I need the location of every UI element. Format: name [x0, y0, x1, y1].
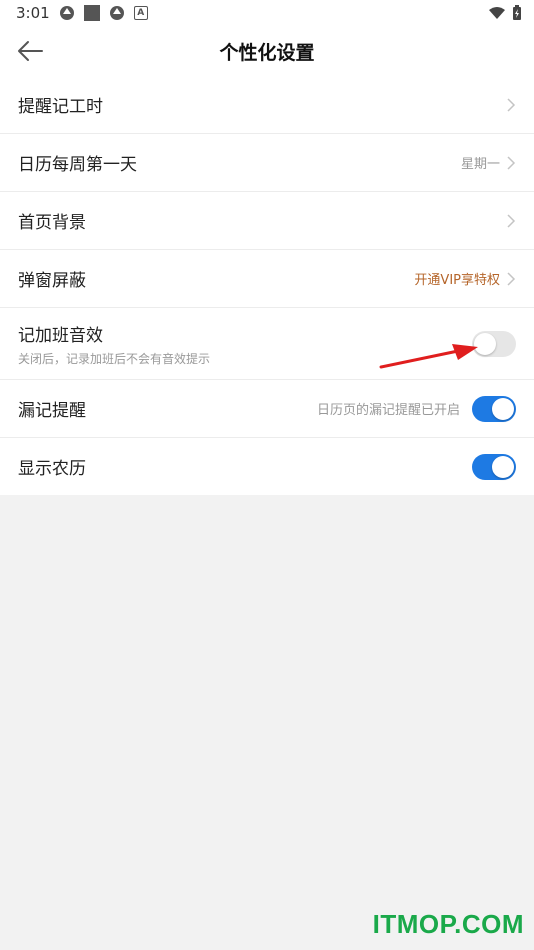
setting-label: 提醒记工时 [18, 97, 103, 117]
back-arrow-icon[interactable] [16, 38, 44, 64]
setting-value: 日历页的漏记提醒已开启 [316, 403, 460, 418]
chevron-right-icon [507, 155, 516, 170]
watermark: ITMOP.COM [372, 909, 524, 939]
setting-home-background[interactable]: 首页背景 [0, 192, 534, 250]
chevron-right-icon [507, 271, 516, 286]
setting-first-day-of-week[interactable]: 日历每周第一天 星期一 [0, 134, 534, 192]
setting-label: 漏记提醒 [18, 401, 86, 421]
missed-record-toggle[interactable] [472, 395, 516, 422]
chevron-right-icon [507, 213, 516, 228]
setting-missed-record-reminder: 漏记提醒 日历页的漏记提醒已开启 [0, 380, 534, 438]
vip-promo-text: 开通VIP享特权 [414, 273, 500, 288]
app-bar: 个性化设置 [0, 26, 534, 76]
setting-label: 日历每周第一天 [18, 155, 137, 175]
battery-icon [513, 5, 521, 20]
setting-remind-work-hours[interactable]: 提醒记工时 [0, 76, 534, 134]
setting-label: 首页背景 [18, 213, 86, 233]
red-arrow-icon [379, 344, 478, 369]
status-bar: 3:01 A [0, 0, 534, 26]
setting-description: 关闭后，记录加班后不会有音效提示 [18, 351, 211, 366]
page-title: 个性化设置 [219, 41, 315, 64]
status-time: 3:01 [16, 4, 50, 22]
settings-list: 提醒记工时 日历每周第一天 星期一 首页背景 弹窗屏蔽 开通VIP享特权 记加班… [0, 76, 534, 495]
setting-popup-block[interactable]: 弹窗屏蔽 开通VIP享特权 [0, 250, 534, 308]
lunar-calendar-toggle[interactable] [472, 453, 516, 480]
aperture-icon [59, 6, 74, 20]
wifi-icon [489, 7, 505, 19]
setting-label: 显示农历 [18, 459, 86, 479]
setting-label: 弹窗屏蔽 [18, 271, 86, 291]
aperture-icon [109, 6, 124, 20]
toggle-knob [492, 455, 514, 478]
setting-value: 星期一 [460, 157, 500, 172]
square-icon [83, 5, 100, 21]
app-a-icon: A [133, 6, 148, 20]
toggle-knob [492, 397, 514, 420]
chevron-right-icon [507, 97, 516, 112]
setting-label: 记加班音效 [18, 325, 103, 346]
setting-show-lunar-calendar: 显示农历 [0, 438, 534, 495]
